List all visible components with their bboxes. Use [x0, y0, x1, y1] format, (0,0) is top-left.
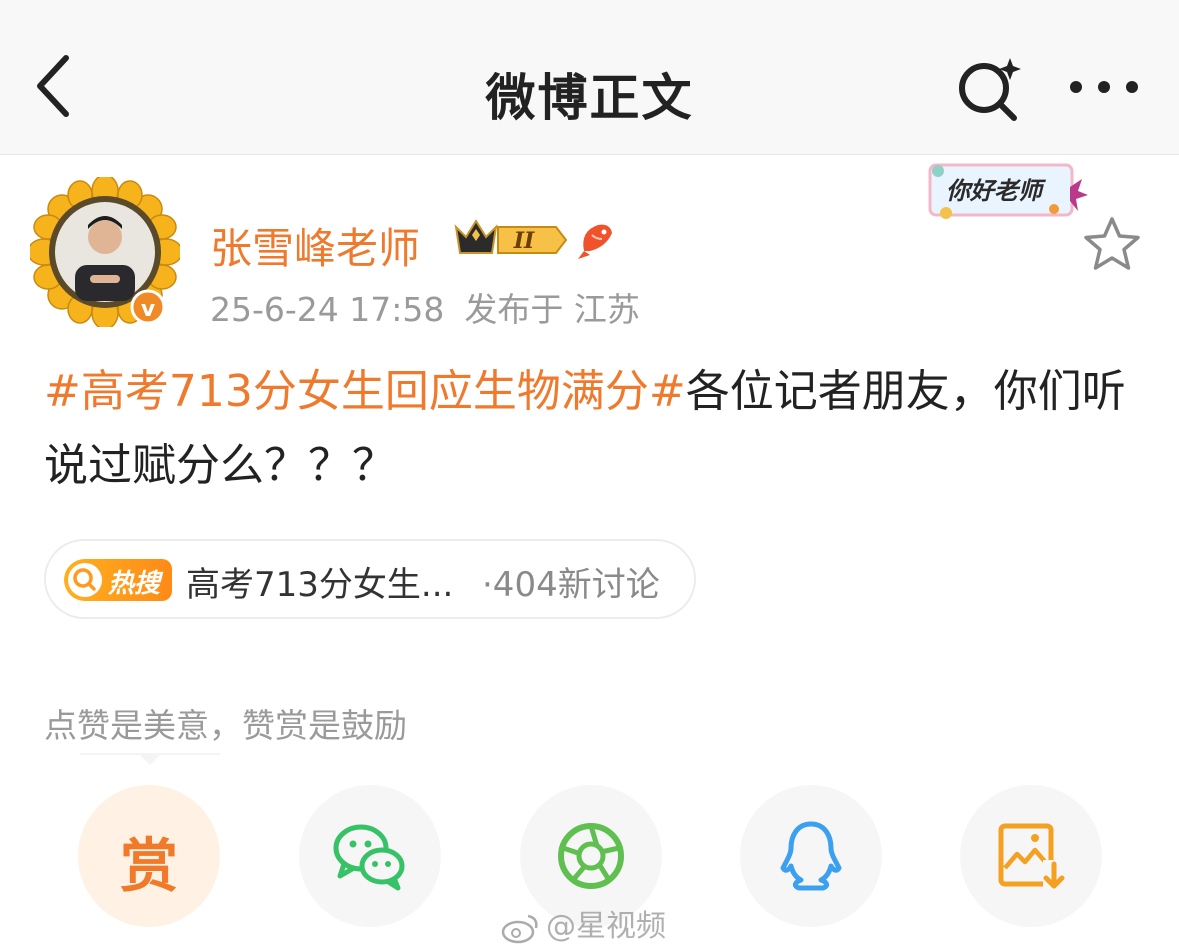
sunflower-avatar-frame: v: [27, 174, 183, 330]
moments-icon: [558, 823, 624, 889]
hot-search-tag-label: 热搜: [108, 569, 161, 599]
post-content: #高考713分女生回应生物满分#各位记者朋友，你们听说过赋分么？？？: [44, 355, 1144, 503]
reward-label: 赏: [119, 832, 178, 900]
author-name[interactable]: 张雪峰老师: [210, 215, 420, 276]
weibo-logo-icon: [501, 914, 538, 943]
hot-search-title: 高考713分女生...: [186, 565, 454, 605]
hot-search-card[interactable]: 热搜 高考713分女生... ·404新讨论: [44, 539, 696, 619]
koi-icon[interactable]: [576, 217, 616, 261]
post-meta: 25-6-24 17:58 发布于 江苏: [210, 283, 640, 331]
reward-hint-pointer: [80, 753, 220, 765]
hot-search-tag: 热搜: [64, 559, 172, 601]
star-outline-icon: [1084, 217, 1140, 270]
watermark-text: @星视频: [546, 909, 666, 944]
topic-hashtag[interactable]: #高考713分女生回应生物满分#: [44, 366, 686, 417]
member-level-text: II: [513, 228, 535, 254]
share-qq-button[interactable]: [740, 785, 882, 927]
save-image-icon: [998, 823, 1065, 890]
reward-button[interactable]: 赏: [78, 785, 220, 927]
member-crown-badge[interactable]: II: [452, 215, 568, 263]
wechat-icon: [333, 824, 405, 891]
more-button[interactable]: [1064, 62, 1144, 112]
watermark: @星视频: [500, 901, 666, 945]
post-timestamp: 25-6-24 17:58: [210, 290, 445, 329]
share-wechat-button[interactable]: [299, 785, 441, 927]
hot-search-icon: [68, 563, 102, 597]
avatar[interactable]: v: [27, 174, 183, 330]
sticker-text: 你好老师: [946, 177, 1047, 205]
hot-search-count: ·404新讨论: [482, 565, 660, 605]
svg-text:v: v: [141, 297, 156, 322]
sparkle-search-icon: [959, 58, 1021, 121]
profile-sticker[interactable]: 你好老师: [922, 157, 1088, 223]
save-image-button[interactable]: [960, 785, 1102, 927]
nav-bar: 微博正文: [0, 0, 1179, 155]
post-card: v 张雪峰老师 II 25-6-24 17:58 发布于 江苏 你好老师 #高考…: [0, 155, 1179, 947]
favorite-button[interactable]: [1080, 213, 1144, 277]
more-dots-icon: [1070, 81, 1138, 93]
search-button[interactable]: [952, 52, 1028, 124]
reward-hint: 点赞是美意，赞赏是鼓励: [44, 706, 407, 745]
post-location: 发布于 江苏: [464, 290, 640, 329]
qq-icon: [780, 821, 842, 891]
